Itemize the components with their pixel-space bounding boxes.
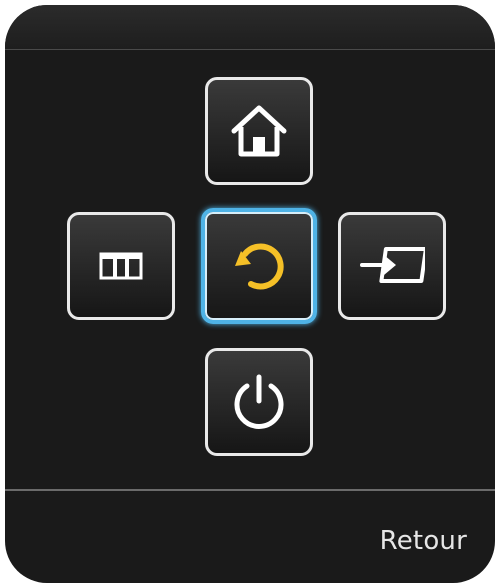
selected-function-label: Retour — [379, 526, 467, 556]
input-source-icon — [360, 247, 425, 283]
controller-panel: Retour — [5, 5, 495, 583]
menu-button[interactable] — [67, 212, 175, 320]
home-icon — [231, 105, 287, 157]
home-button[interactable] — [205, 77, 313, 185]
menu-icon — [99, 252, 143, 280]
source-button[interactable] — [338, 212, 446, 320]
bottom-divider — [5, 489, 495, 491]
return-icon — [235, 243, 284, 290]
top-bar — [5, 5, 495, 50]
power-button[interactable] — [205, 348, 313, 456]
power-icon — [234, 374, 284, 429]
return-button[interactable] — [201, 208, 317, 324]
